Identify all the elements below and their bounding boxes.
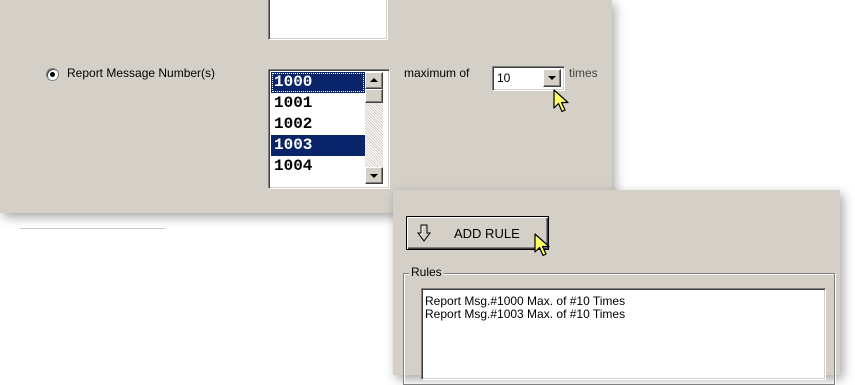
mouse-cursor-icon (553, 89, 569, 113)
message-number-listbox[interactable]: 1000 1001 1002 1003 1004 (268, 69, 390, 189)
listbox-items: 1000 1001 1002 1003 1004 (271, 72, 365, 177)
list-item[interactable]: 1001 (271, 93, 365, 114)
rules-listbox[interactable]: Report Msg.#1000 Max. of #10 Times Repor… (421, 288, 826, 380)
chevron-down-icon (548, 76, 556, 80)
maximum-combobox[interactable]: 10 (492, 66, 565, 91)
maximum-dropdown-button[interactable] (543, 69, 561, 87)
scroll-up-button[interactable] (365, 72, 383, 89)
list-item[interactable]: Report Msg.#1003 Max. of #10 Times (425, 308, 625, 321)
list-item[interactable]: 1000 (271, 72, 365, 93)
rules-panel: ADD RULE Rules Report Msg.#1000 Max. of … (393, 190, 840, 385)
list-item[interactable]: 1002 (271, 114, 365, 135)
maximum-value: 10 (497, 71, 511, 85)
scroll-thumb[interactable] (365, 89, 383, 103)
message-filter-panel: Report Message Number(s) 1000 1001 1002 … (0, 0, 612, 213)
chevron-up-icon (370, 78, 378, 82)
report-message-label: Report Message Number(s) (67, 66, 216, 80)
add-rule-button[interactable]: ADD RULE (406, 216, 549, 250)
radio-dot (50, 72, 55, 77)
scroll-down-button[interactable] (365, 167, 383, 184)
rules-lines: Report Msg.#1000 Max. of #10 Times Repor… (425, 295, 625, 321)
arrow-down-icon (417, 224, 431, 242)
list-item[interactable]: 1004 (271, 156, 365, 177)
divider (20, 228, 165, 229)
rules-group-label: Rules (409, 265, 444, 279)
chevron-down-icon (370, 174, 378, 178)
add-rule-label: ADD RULE (454, 226, 520, 241)
times-label: times (569, 66, 598, 80)
list-item[interactable]: 1003 (271, 135, 365, 156)
maximum-label: maximum of (404, 66, 470, 80)
mouse-cursor-icon (534, 233, 550, 257)
upper-list-box[interactable] (268, 0, 388, 40)
report-message-radio[interactable] (46, 68, 59, 81)
listbox-scrollbar[interactable] (365, 72, 383, 184)
